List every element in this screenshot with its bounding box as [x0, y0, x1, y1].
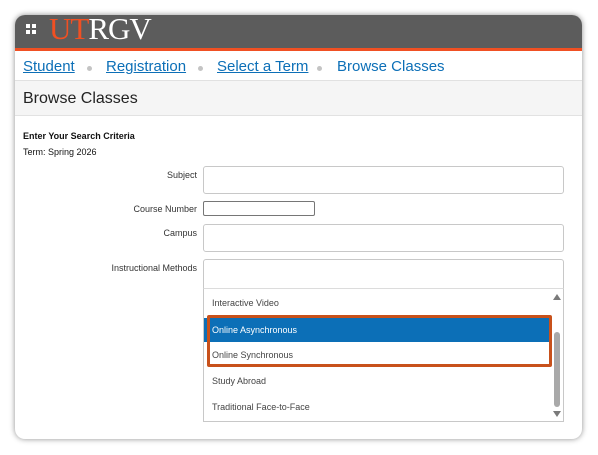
scroll-up-arrow-icon[interactable] [553, 294, 561, 300]
option-interactive-video[interactable]: Interactive Video [204, 291, 550, 315]
scrollbar-thumb[interactable] [554, 332, 560, 407]
breadcrumb-browse-classes: Browse Classes [337, 58, 445, 75]
campus-input[interactable] [203, 224, 564, 252]
course-number-label: Course Number [133, 204, 197, 214]
instructional-methods-label: Instructional Methods [111, 263, 197, 273]
utrgv-logo[interactable]: UTRGV [49, 15, 152, 44]
breadcrumb-student[interactable]: Student [23, 58, 75, 75]
option-traditional-face-to-face[interactable]: Traditional Face-to-Face [204, 395, 550, 419]
breadcrumb: Student Registration Select a Term Brows… [15, 51, 582, 81]
page-title-bar: Browse Classes [15, 81, 582, 116]
scroll-down-arrow-icon[interactable] [553, 411, 561, 417]
breadcrumb-registration[interactable]: Registration [106, 58, 186, 75]
course-number-input[interactable] [203, 201, 315, 216]
breadcrumb-select-term[interactable]: Select a Term [217, 58, 308, 75]
option-study-abroad[interactable]: Study Abroad [204, 369, 550, 393]
breadcrumb-separator [87, 66, 92, 71]
subject-label: Subject [166, 170, 197, 180]
grid-menu-icon[interactable] [26, 24, 36, 34]
instructional-methods-input[interactable] [203, 259, 564, 289]
top-navigation-bar: UTRGV [15, 15, 582, 51]
page-title: Browse Classes [23, 90, 138, 107]
campus-label: Campus [163, 228, 197, 238]
term-label: Term: Spring 2026 [23, 147, 97, 157]
search-criteria-heading: Enter Your Search Criteria [23, 131, 135, 141]
highlight-box [207, 315, 552, 367]
app-window: UTRGV Student Registration Select a Term… [15, 15, 582, 439]
subject-input[interactable] [203, 166, 564, 194]
breadcrumb-separator [317, 66, 322, 71]
breadcrumb-separator [198, 66, 203, 71]
